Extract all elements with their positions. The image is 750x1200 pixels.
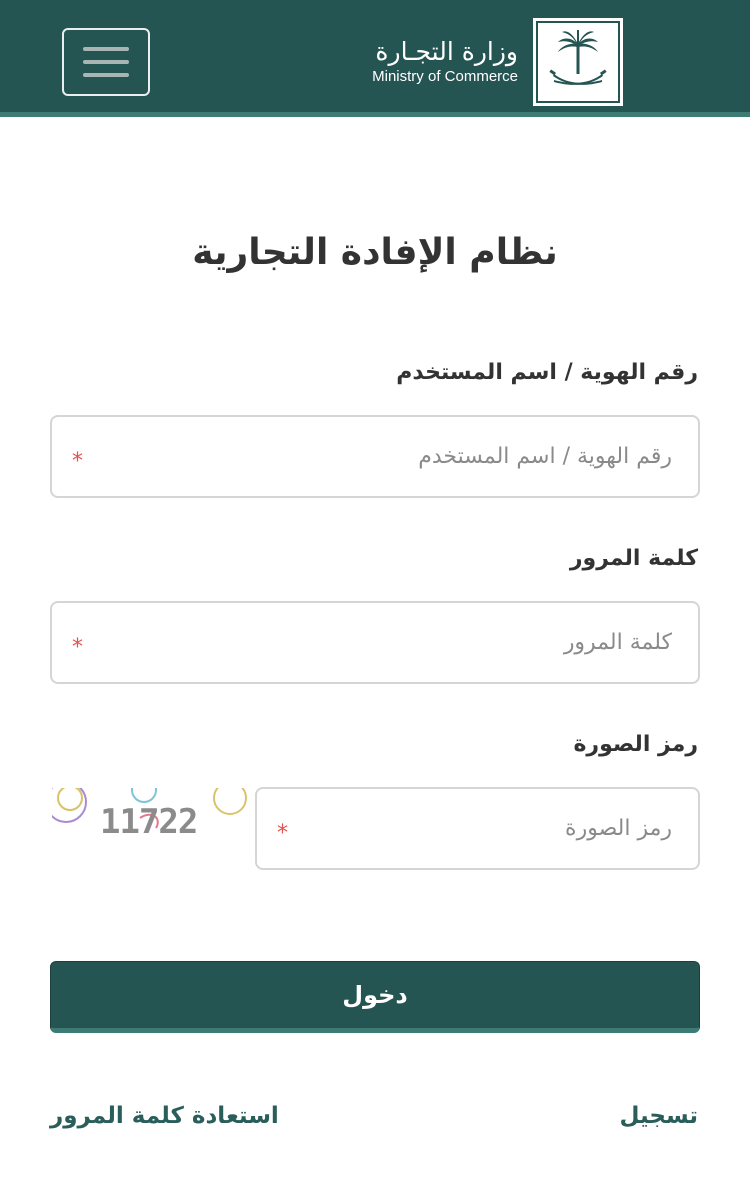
brand-name-arabic: وزارة التجـارة xyxy=(375,37,518,66)
ministry-brand[interactable]: وزارة التجـارة Ministry of Commerce xyxy=(372,38,518,86)
brand-name-english: Ministry of Commerce xyxy=(372,68,518,85)
hamburger-menu-icon-bar xyxy=(83,73,129,77)
username-input[interactable] xyxy=(50,415,700,498)
password-input[interactable] xyxy=(50,601,700,684)
palm-and-swords-emblem-icon[interactable] xyxy=(533,18,623,106)
captcha-label: رمز الصورة xyxy=(573,732,698,757)
menu-button[interactable] xyxy=(62,28,150,96)
required-marker: * xyxy=(72,635,83,660)
username-label: رقم الهوية / اسم المستخدم xyxy=(396,360,698,385)
emblem-svg xyxy=(549,30,607,85)
password-label: كلمة المرور xyxy=(569,546,698,571)
captcha-image[interactable]: 11722 xyxy=(52,788,248,848)
hamburger-menu-icon xyxy=(83,47,129,51)
required-marker: * xyxy=(72,449,83,474)
page-title: نظام الإفادة التجارية xyxy=(192,232,558,273)
captcha-code: 11722 xyxy=(100,802,198,842)
top-header: وزارة التجـارة Ministry of Commerce xyxy=(0,0,750,117)
login-button[interactable]: دخول xyxy=(50,961,700,1033)
hamburger-menu-icon-bar xyxy=(83,60,129,64)
required-marker: * xyxy=(277,821,288,846)
recover-password-link[interactable]: استعادة كلمة المرور xyxy=(50,1103,279,1129)
register-link[interactable]: تسجيل xyxy=(619,1103,698,1129)
captcha-input[interactable] xyxy=(255,787,700,870)
